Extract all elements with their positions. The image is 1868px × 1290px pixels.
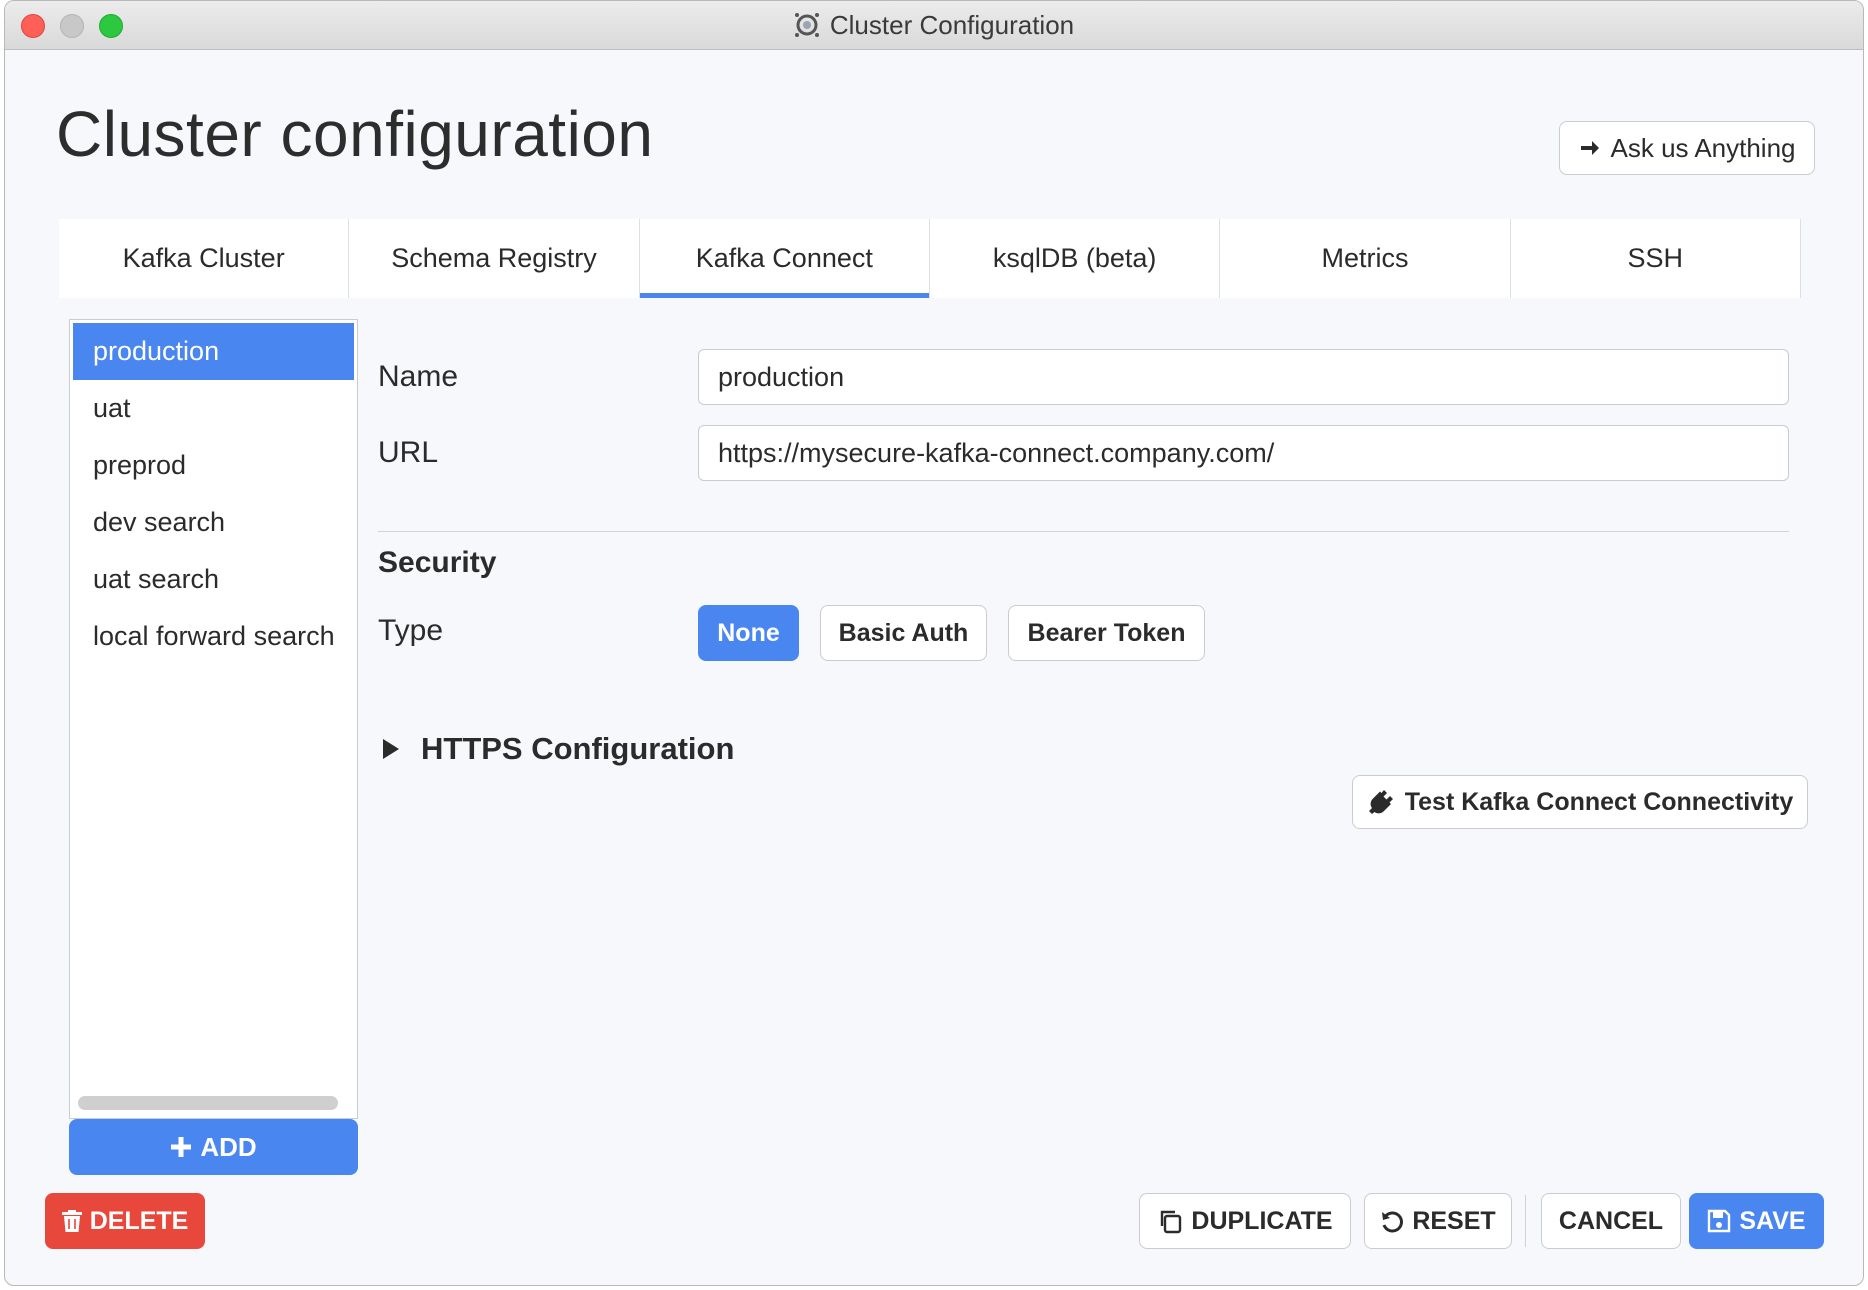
tab-ssh[interactable]: SSH: [1511, 219, 1801, 298]
https-configuration-expander[interactable]: HTTPS Configuration: [383, 731, 734, 767]
cluster-item-uat-search[interactable]: uat search: [73, 551, 354, 608]
plug-icon: [1367, 788, 1395, 816]
name-label: Name: [378, 360, 459, 393]
tab-ksqldb[interactable]: ksqlDB (beta): [930, 219, 1221, 298]
security-type-bearer-token[interactable]: Bearer Token: [1008, 605, 1205, 661]
save-button[interactable]: SAVE: [1689, 1193, 1824, 1249]
test-connectivity-label: Test Kafka Connect Connectivity: [1404, 787, 1794, 816]
ask-us-anything-label: Ask us Anything: [1610, 132, 1796, 163]
url-input[interactable]: [698, 425, 1789, 481]
cluster-item-local-forward-search[interactable]: local forward search: [73, 608, 354, 665]
reset-button[interactable]: RESET: [1364, 1193, 1512, 1249]
security-type-basic-auth[interactable]: Basic Auth: [820, 605, 987, 661]
cluster-item-production[interactable]: production: [73, 323, 354, 380]
minimize-window-button[interactable]: [60, 14, 84, 38]
test-connectivity-button[interactable]: Test Kafka Connect Connectivity: [1352, 775, 1808, 829]
expand-triangle-icon: [383, 739, 399, 759]
reset-label: RESET: [1412, 1206, 1496, 1235]
save-label: SAVE: [1739, 1206, 1806, 1235]
tab-metrics[interactable]: Metrics: [1220, 219, 1511, 298]
title-bar: Cluster Configuration: [5, 1, 1863, 50]
cluster-configuration-window: Cluster Configuration Cluster configurat…: [4, 0, 1864, 1286]
maximize-window-button[interactable]: [99, 14, 123, 38]
add-cluster-button[interactable]: ADD: [69, 1119, 358, 1175]
duplicate-button[interactable]: DUPLICATE: [1139, 1193, 1351, 1249]
tab-kafka-cluster[interactable]: Kafka Cluster: [59, 219, 350, 298]
page-title: Cluster configuration: [56, 98, 654, 170]
delete-button[interactable]: DELETE: [45, 1193, 205, 1249]
tab-kafka-connect[interactable]: Kafka Connect: [639, 219, 930, 298]
security-type-none[interactable]: None: [698, 605, 799, 661]
name-input[interactable]: [698, 349, 1789, 405]
cancel-button[interactable]: CANCEL: [1541, 1193, 1681, 1249]
config-tabs: Kafka Cluster Schema Registry Kafka Conn…: [59, 219, 1801, 298]
type-label: Type: [378, 614, 444, 647]
cluster-list: production uat preprod dev search uat se…: [69, 319, 358, 1119]
copy-icon: [1157, 1208, 1183, 1234]
url-label: URL: [378, 436, 439, 469]
horizontal-scrollbar[interactable]: [78, 1096, 338, 1110]
close-window-button[interactable]: [21, 14, 45, 38]
app-icon: [794, 12, 820, 38]
section-divider: [378, 531, 1789, 532]
window-title: Cluster Configuration: [829, 9, 1075, 40]
plus-icon: [170, 1136, 192, 1158]
window-controls: [21, 14, 123, 38]
https-configuration-label: HTTPS Configuration: [421, 731, 735, 766]
duplicate-label: DUPLICATE: [1191, 1206, 1333, 1235]
undo-icon: [1380, 1209, 1404, 1233]
delete-label: DELETE: [89, 1206, 189, 1235]
floppy-disk-icon: [1707, 1209, 1731, 1233]
trash-icon: [61, 1209, 82, 1233]
arrow-right-icon: [1579, 137, 1601, 159]
cluster-item-dev-search[interactable]: dev search: [73, 494, 354, 551]
tab-schema-registry[interactable]: Schema Registry: [349, 219, 640, 298]
add-label: ADD: [200, 1131, 257, 1162]
ask-us-anything-button[interactable]: Ask us Anything: [1559, 121, 1815, 175]
security-section-title: Security: [378, 546, 497, 579]
cluster-item-preprod[interactable]: preprod: [73, 437, 354, 494]
footer-separator: [1525, 1195, 1526, 1247]
cluster-item-uat[interactable]: uat: [73, 380, 354, 437]
